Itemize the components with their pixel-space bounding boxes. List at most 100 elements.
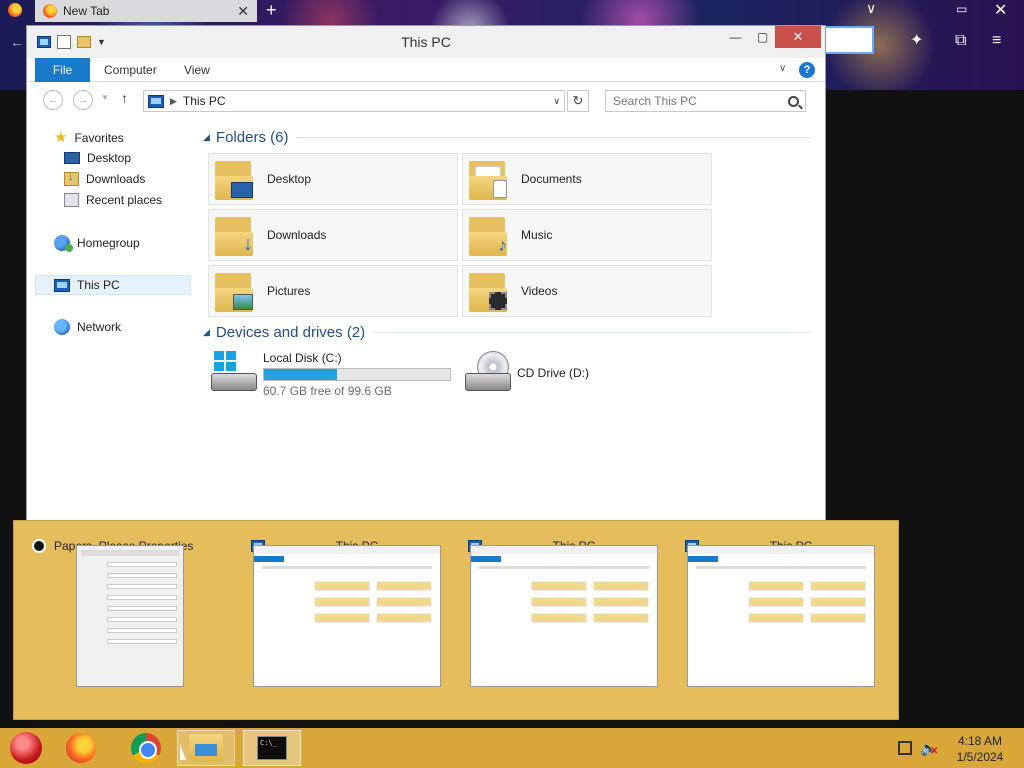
search-placeholder: Search This PC	[613, 94, 697, 108]
clock-time: 4:18 AM	[957, 734, 1003, 748]
taskbar-command-prompt[interactable]: C:\_	[243, 730, 301, 766]
drive-local-disk-c[interactable]: Local Disk (C:) 60.7 GB free of 99.6 GB	[211, 351, 451, 398]
recent-places-icon	[64, 193, 79, 207]
drive-usage-bar	[263, 368, 451, 381]
nav-item-desktop[interactable]: Desktop	[64, 151, 131, 165]
title-bar[interactable]: ▼ This PC — ▢ ✕	[27, 26, 825, 58]
nav-item-favorites[interactable]: ★ Favorites	[54, 130, 124, 145]
taskbar: C:\_	[0, 728, 1024, 768]
cd-drive-icon	[465, 351, 513, 395]
preview-thumbnail-properties[interactable]	[76, 545, 184, 687]
browser-tab-title: New Tab	[63, 4, 110, 18]
folder-documents[interactable]: Documents	[462, 153, 712, 205]
folder-downloads[interactable]: ↓ Downloads	[208, 209, 458, 261]
explorer-window: ▼ This PC — ▢ ✕ File Computer View ∨ ? ←…	[26, 25, 826, 525]
address-dropdown-icon[interactable]: ∨	[553, 96, 560, 107]
network-tray-icon[interactable]	[898, 741, 912, 755]
browser-tab[interactable]: New Tab ✕	[35, 0, 257, 22]
browser-back-icon[interactable]: ←	[10, 34, 24, 50]
address-text[interactable]: This PC	[183, 94, 226, 108]
breadcrumb-separator-icon[interactable]: ▶	[170, 96, 177, 107]
new-tab-button[interactable]: +	[266, 0, 277, 21]
taskbar-firefox[interactable]	[52, 730, 110, 766]
maximize-button[interactable]: ▢	[749, 26, 776, 48]
tab-view[interactable]: View	[184, 58, 210, 82]
network-icon	[54, 319, 70, 335]
taskbar-preview-strip: Papers, Please Properties This PC This P…	[13, 520, 899, 720]
papers-please-icon	[32, 539, 46, 553]
close-button[interactable]: ✕	[775, 26, 821, 48]
homegroup-icon	[54, 235, 73, 252]
back-button[interactable]: ←	[43, 90, 63, 110]
music-folder-icon: ♪	[469, 214, 509, 256]
nav-item-recent-places[interactable]: Recent places	[64, 193, 162, 207]
search-icon[interactable]	[788, 95, 799, 107]
drive-free-space: 60.7 GB free of 99.6 GB	[263, 384, 392, 398]
preview-thumbnail-this-pc-1[interactable]	[253, 545, 441, 687]
folder-videos[interactable]: Videos	[462, 265, 712, 317]
preview-thumbnail-this-pc-2[interactable]	[470, 545, 658, 687]
folders-group-header[interactable]: ◢ Folders (6)	[203, 129, 811, 146]
extensions-icon[interactable]: ⧉	[955, 32, 966, 50]
tab-computer[interactable]: Computer	[104, 58, 157, 82]
folder-pictures[interactable]: Pictures	[208, 265, 458, 317]
desktop-icon	[64, 152, 80, 164]
system-clock[interactable]: 4:18 AM 1/5/2024	[950, 733, 1010, 765]
drive-cd-d[interactable]: CD Drive (D:)	[465, 351, 589, 395]
firework-sparkle-icon: ✦	[910, 32, 924, 49]
tabs-menu-icon[interactable]: ∨	[866, 0, 876, 17]
devices-group-header[interactable]: ◢ Devices and drives (2)	[203, 324, 811, 341]
downloads-folder-icon: ↓	[215, 214, 255, 256]
command-prompt-icon: C:\_	[257, 736, 287, 760]
nav-label: Recent places	[86, 193, 163, 207]
nav-item-this-pc[interactable]: This PC	[35, 275, 191, 295]
tab-close-icon[interactable]: ✕	[237, 3, 249, 20]
collapse-icon[interactable]: ◢	[203, 132, 210, 143]
browser-close-icon[interactable]: ✕	[994, 0, 1007, 20]
firefox-icon	[66, 733, 96, 763]
nav-label: Downloads	[86, 172, 146, 186]
window-title: This PC	[401, 34, 451, 50]
hard-drive-icon	[211, 351, 259, 395]
recent-locations-icon[interactable]: ▼	[101, 93, 109, 102]
search-input[interactable]: Search This PC	[605, 90, 806, 112]
address-bar[interactable]: ▶ This PC ∨	[143, 90, 565, 112]
nav-item-homegroup[interactable]: Homegroup	[54, 235, 140, 252]
chrome-icon	[131, 733, 161, 763]
browser-menu-icon[interactable]: ≡	[992, 32, 1001, 50]
navigation-bar: ← → ▼ ↑ ▶ This PC ∨ ↻ Search This PC	[27, 82, 825, 118]
tab-file[interactable]: File	[35, 58, 90, 82]
browser-url-bar[interactable]	[820, 26, 874, 54]
desktop-folder-icon	[215, 158, 255, 200]
nav-item-downloads[interactable]: Downloads	[64, 171, 146, 186]
nav-label: Favorites	[74, 130, 124, 145]
expand-ribbon-icon[interactable]: ∨	[779, 63, 786, 74]
downloads-icon	[64, 171, 79, 186]
refresh-button[interactable]: ↻	[567, 90, 589, 112]
collapse-icon[interactable]: ◢	[203, 327, 210, 338]
minimize-button[interactable]: —	[722, 26, 749, 48]
drive-name: CD Drive (D:)	[517, 366, 589, 380]
this-pc-icon	[148, 94, 164, 108]
help-icon[interactable]: ?	[799, 62, 815, 78]
browser-restore-icon[interactable]: ▭	[956, 2, 967, 16]
start-button[interactable]	[10, 732, 42, 764]
mute-icon: ✕	[930, 746, 939, 757]
nav-label: Network	[77, 320, 122, 334]
up-button[interactable]: ↑	[121, 90, 128, 106]
taskbar-chrome[interactable]	[117, 730, 175, 766]
documents-folder-icon	[469, 158, 509, 200]
folder-desktop[interactable]: Desktop	[208, 153, 458, 205]
file-explorer-icon	[189, 734, 223, 762]
ribbon: File Computer View ∨ ?	[27, 58, 825, 82]
clock-date: 1/5/2024	[956, 750, 1004, 764]
nav-label: Desktop	[87, 151, 132, 165]
star-icon: ★	[54, 129, 68, 146]
this-pc-icon	[54, 278, 70, 292]
forward-button[interactable]: →	[73, 90, 93, 110]
preview-thumbnail-this-pc-3[interactable]	[687, 545, 875, 687]
navigation-pane: ★ Favorites Desktop Downloads Recent pla…	[27, 118, 197, 524]
drive-name: Local Disk (C:)	[263, 351, 342, 365]
nav-item-network[interactable]: Network	[54, 319, 121, 335]
folder-music[interactable]: ♪ Music	[462, 209, 712, 261]
